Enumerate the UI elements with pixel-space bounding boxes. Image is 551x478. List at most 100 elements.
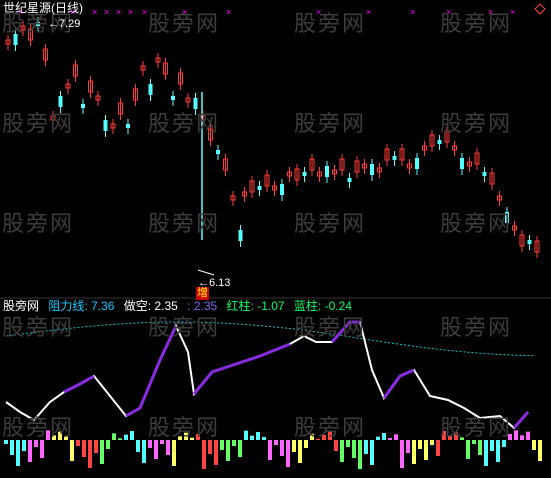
histogram-bar [94,440,98,453]
histogram-bar [532,440,536,450]
histogram-bar [172,440,176,466]
candle-body [505,212,509,223]
histogram-bar [130,431,134,440]
histogram-bar [148,440,152,448]
high-price-value: 7.29 [59,18,81,30]
histogram-bar [514,430,518,440]
candle-body [81,104,85,108]
candle-body [280,184,284,195]
histogram-bar [88,440,92,468]
histogram-bar [226,440,230,461]
candle-body [302,172,307,176]
candle-body [392,156,397,160]
histogram-bar [412,440,416,464]
histogram-bar [286,440,290,467]
histogram-bar [22,440,26,451]
histogram-bar [352,440,356,458]
histogram-bar [520,435,524,440]
top-marker: × [226,7,231,17]
histogram-bar [454,432,458,440]
top-marker: × [128,7,133,17]
histogram-bar [418,440,422,449]
histogram-bar [430,440,434,445]
histogram-bar [310,433,314,440]
histogram-bar [268,440,272,460]
histogram-bar [484,440,488,466]
top-marker: × [510,7,515,17]
histogram-bar [160,440,164,444]
candle-body [482,172,487,176]
histogram-bar [70,440,74,461]
histogram-bar [466,440,470,459]
histogram-bar [256,432,260,440]
red-bar-value: -1.07 [257,299,285,313]
histogram-bar [340,440,344,462]
histogram-bar [58,431,62,440]
top-marker: × [366,7,371,17]
candle-body [103,120,108,131]
candle-body [216,150,220,154]
histogram-bar [16,440,20,466]
short-value: 2.35 [154,299,178,313]
histogram-bar [82,440,86,457]
histogram-bar [436,440,440,456]
histogram-bar [220,440,224,450]
histogram-bar [328,431,332,440]
histogram-bar [40,440,44,458]
histogram-bar [448,436,452,440]
candle-body [238,230,243,241]
histogram-bar [490,440,494,451]
purple-line [192,342,291,395]
top-marker: × [316,7,321,17]
indicator-header: 股旁网 阻力线: 7.36 做空: 2.35 : 2.35 红柱: -1.07 … [3,300,352,313]
histogram-bar [214,440,218,465]
candle-body [370,164,374,175]
candle-body [437,140,442,144]
histogram-bar [508,434,512,440]
top-marker: × [488,7,493,17]
indicator-name: 股旁网 [3,299,40,313]
histogram-bar [316,438,320,440]
low-pointer [197,269,215,276]
histogram-bar [178,436,182,440]
histogram-bar [196,434,200,440]
candle-body [325,166,329,177]
purple-value: 2.35 [193,299,218,313]
histogram-bar [46,430,50,440]
candle-body [257,186,262,190]
histogram-bar [400,440,404,468]
histogram-bar [502,440,506,447]
low-price-value: 6.13 [209,277,231,289]
histogram-bar [166,440,170,455]
histogram-bar [364,440,368,454]
candle-body [148,84,153,95]
purple-line [512,411,530,429]
histogram-bar [376,436,380,440]
histogram-bar [184,432,188,440]
candle-body [36,22,40,26]
histogram-bar [238,440,242,457]
chart-window[interactable]: × × × × × × × × × × × × × × × 股旁网 股旁网 股旁网 股旁网 股旁网 股旁网 … [0,0,551,473]
histogram-bar [526,431,530,440]
purple-line [63,374,95,394]
histogram-bar [232,440,236,446]
histogram-bar [382,433,386,440]
top-marker: × [182,7,187,17]
histogram-bar [154,440,158,459]
kline-chart[interactable]: × × × × × × × × × × × × × × × [0,0,551,473]
histogram-bar [112,433,116,440]
short-label: 做空: [123,299,152,313]
histogram-bar [334,440,338,451]
histogram-bar [424,440,428,460]
top-marker: × [104,7,109,17]
white-line [5,321,529,430]
histogram-bar [298,440,302,463]
histogram-bar [124,434,128,440]
histogram-bar [292,440,296,452]
histogram-bar [280,440,284,456]
candle-body [193,98,198,109]
histogram-bar [406,440,410,453]
candle-body [415,158,419,169]
histogram-bar [370,440,374,465]
histogram-bar [472,440,476,444]
